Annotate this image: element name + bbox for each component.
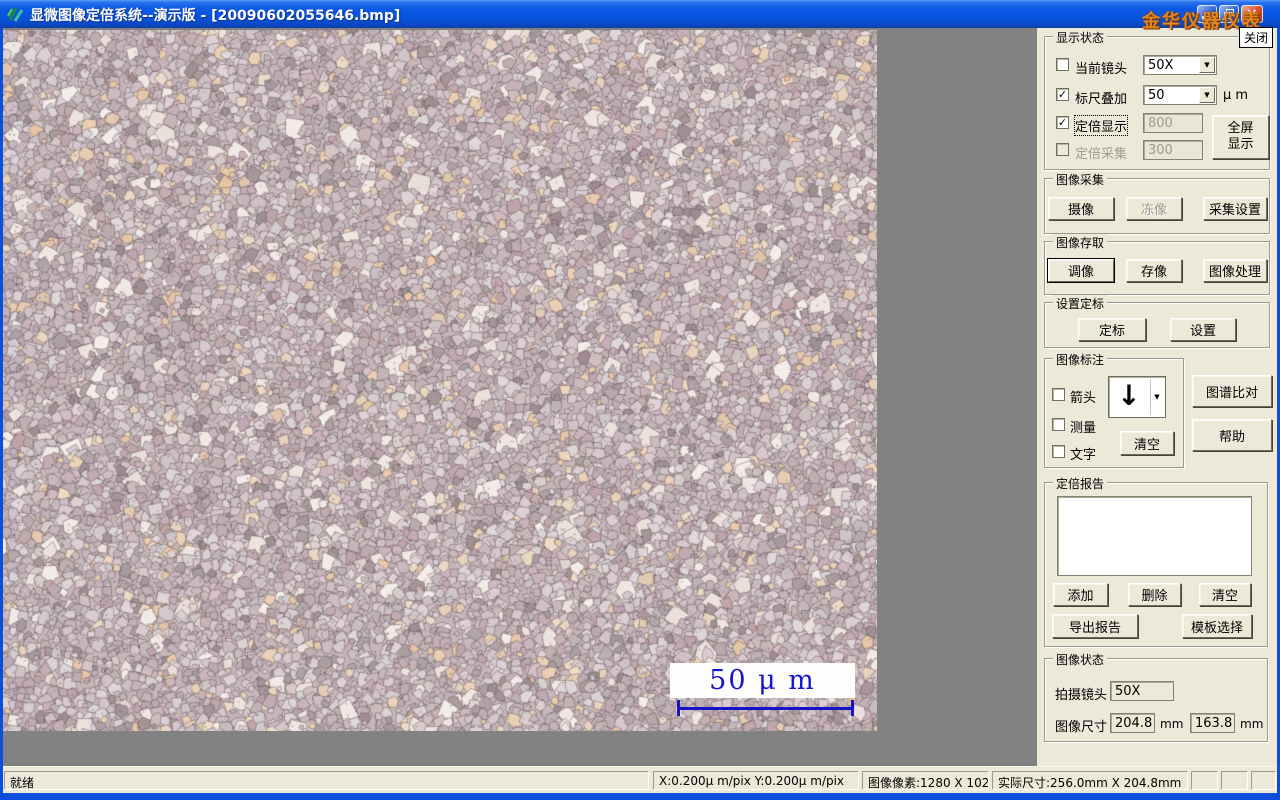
status-bar: 就绪 X:0.200μ m/pix Y:0.200μ m/pix 图像像素:12… — [3, 766, 1277, 793]
status-pixel-scale: X:0.200μ m/pix Y:0.200μ m/pix — [653, 771, 859, 790]
arrow-checkbox[interactable] — [1052, 388, 1065, 401]
status-pane-empty-2 — [1221, 771, 1248, 790]
status-pane-empty-1 — [1191, 771, 1218, 790]
current-lens-label: 当前镜头 — [1075, 62, 1128, 77]
measure-label: 测量 — [1070, 421, 1097, 436]
status-image-pixels: 图像像素:1280 X 1024 — [862, 771, 989, 790]
text-checkbox[interactable] — [1052, 445, 1065, 458]
scale-overlay-label: 标尺叠加 — [1075, 92, 1128, 107]
fullscreen-button[interactable]: 全屏 显示 — [1212, 115, 1269, 159]
down-arrow-icon: ↓ — [1117, 379, 1141, 412]
control-panel: 显示状态 当前镜头 50X ▼ ✓ 标尺叠加 50 ▼ μ m ✓ 定倍显示 8… — [1037, 28, 1277, 766]
scale-bar-tick-left — [677, 700, 680, 716]
fixed-display-field: 800 — [1143, 113, 1203, 133]
height-unit-label: mm — [1240, 717, 1264, 731]
annotation-clear-button[interactable]: 清空 — [1120, 431, 1174, 455]
atlas-compare-button[interactable]: 图谱比对 — [1192, 375, 1272, 407]
status-ready: 就绪 — [4, 771, 649, 790]
window-title: 显微图像定倍系统--演示版 - [20090602055646.bmp] — [30, 8, 401, 24]
close-tooltip: 关闭 — [1239, 27, 1274, 48]
template-select-button[interactable]: 模板选择 — [1182, 614, 1252, 638]
measure-checkbox[interactable] — [1052, 418, 1065, 431]
scale-bar-label: 50 μ m — [709, 665, 816, 696]
report-title: 定倍报告 — [1053, 475, 1108, 492]
fixed-capture-checkbox — [1056, 143, 1069, 156]
image-capture-title: 图像采集 — [1053, 171, 1108, 188]
calibrate-button[interactable]: 定标 — [1078, 318, 1146, 341]
micrograph-image — [3, 30, 877, 731]
lens-value-field[interactable]: 50X — [1110, 681, 1174, 701]
height-value-field[interactable]: 163.8 — [1190, 713, 1235, 733]
report-delete-button[interactable]: 删除 — [1128, 583, 1181, 606]
fixed-display-label: 定倍显示 — [1073, 115, 1129, 136]
close-button[interactable]: × — [1241, 5, 1263, 23]
image-process-button[interactable]: 图像处理 — [1203, 259, 1267, 282]
export-report-button[interactable]: 导出报告 — [1052, 614, 1138, 638]
help-button[interactable]: 帮助 — [1192, 419, 1272, 451]
minimize-button[interactable] — [1197, 5, 1217, 23]
lens-label: 拍摄镜头 — [1055, 688, 1108, 703]
image-status-title: 图像状态 — [1053, 651, 1108, 668]
fixed-display-checkbox[interactable]: ✓ — [1056, 116, 1069, 129]
image-viewer-area: 50 μ m — [3, 28, 1037, 766]
current-lens-combo[interactable]: 50X ▼ — [1143, 55, 1217, 75]
freeze-button: 冻像 — [1126, 197, 1182, 220]
scale-bar-tick-right — [851, 700, 854, 716]
calibration-title: 设置定标 — [1053, 295, 1108, 312]
capture-settings-button[interactable]: 采集设置 — [1203, 197, 1267, 220]
restore-button[interactable] — [1219, 5, 1239, 23]
chevron-down-icon[interactable]: ▼ — [1150, 379, 1163, 415]
load-image-button[interactable]: 调像 — [1048, 259, 1114, 282]
report-listbox[interactable] — [1057, 496, 1252, 576]
size-label: 图像尺寸 — [1055, 720, 1108, 735]
chevron-down-icon[interactable]: ▼ — [1199, 87, 1215, 103]
scale-overlay-checkbox[interactable]: ✓ — [1056, 88, 1069, 101]
fixed-capture-label: 定倍采集 — [1075, 147, 1128, 162]
status-actual-size: 实际尺寸:256.0mm X 204.8mm — [992, 771, 1188, 790]
settings-button[interactable]: 设置 — [1170, 318, 1236, 341]
title-bar[interactable]: 显微图像定倍系统--演示版 - [20090602055646.bmp] 金华仪… — [0, 0, 1280, 32]
report-clear-button[interactable]: 清空 — [1199, 583, 1251, 606]
report-add-button[interactable]: 添加 — [1053, 583, 1108, 606]
fixed-capture-field: 300 — [1143, 140, 1203, 160]
chevron-down-icon[interactable]: ▼ — [1199, 57, 1215, 73]
save-image-button[interactable]: 存像 — [1126, 259, 1182, 282]
application-window: { "titlebar": { "title": "显微图像定倍系统--演示版 … — [0, 0, 1280, 800]
close-icon: × — [1246, 6, 1258, 22]
app-icon — [7, 5, 25, 23]
image-storage-title: 图像存取 — [1053, 234, 1108, 251]
width-unit-label: mm — [1160, 717, 1184, 731]
arrow-label: 箭头 — [1070, 391, 1097, 406]
scale-unit-label: μ m — [1223, 88, 1249, 103]
width-value-field[interactable]: 204.8 — [1110, 713, 1155, 733]
capture-button[interactable]: 摄像 — [1048, 197, 1114, 220]
scale-bar-line — [677, 707, 854, 710]
text-label: 文字 — [1070, 448, 1097, 463]
scale-overlay-combo[interactable]: 50 ▼ — [1143, 85, 1217, 105]
status-pane-empty-3 — [1251, 771, 1276, 790]
annotation-title: 图像标注 — [1053, 351, 1108, 368]
minimize-icon — [1202, 16, 1210, 19]
arrow-style-combo[interactable]: ↓ ▼ — [1108, 376, 1166, 418]
scale-bar-label-box: 50 μ m — [670, 663, 855, 698]
current-lens-checkbox[interactable] — [1056, 58, 1069, 71]
display-status-title: 显示状态 — [1053, 29, 1108, 46]
